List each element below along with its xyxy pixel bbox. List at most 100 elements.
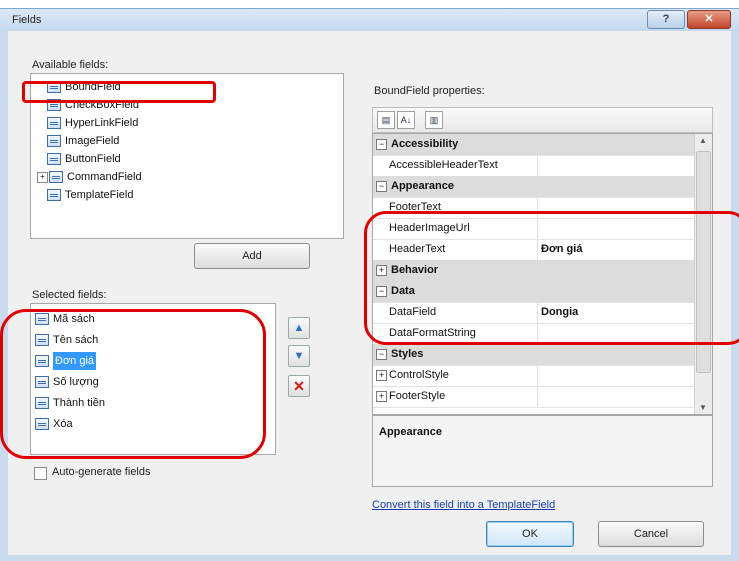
expand-icon[interactable]: + xyxy=(37,171,48,183)
available-field-item[interactable]: ButtonField xyxy=(47,150,121,168)
property-category[interactable]: − Appearance xyxy=(373,176,712,198)
property-description: Appearance xyxy=(372,415,713,487)
expand-icon[interactable]: + xyxy=(376,391,387,402)
move-up-button[interactable]: ▲ xyxy=(288,317,310,339)
field-icon xyxy=(35,397,49,409)
window-title: Fields xyxy=(12,14,42,26)
property-row[interactable]: HeaderText Đơn giá xyxy=(373,239,712,261)
available-fields-label: Available fields: xyxy=(32,59,109,71)
selected-fields-list[interactable]: Mã sách Tên sách Đơn giá Số lượng Thành tiền… xyxy=(30,303,276,455)
convert-template-link[interactable]: Convert this field into a TemplateField xyxy=(372,499,555,511)
property-grid[interactable]: − Accessibility AccessibleHeaderText − Appea… xyxy=(372,133,713,415)
property-row[interactable]: AccessibleHeaderText xyxy=(373,155,712,177)
selected-field-label: Mã sách xyxy=(53,313,95,325)
property-name: Data xyxy=(391,285,415,297)
selected-field-item[interactable]: Tên sách xyxy=(35,331,255,349)
cancel-button[interactable]: Cancel xyxy=(598,521,704,547)
close-button[interactable]: ✕ xyxy=(687,10,731,29)
available-field-label: CheckBoxField xyxy=(65,99,139,111)
selected-field-label: Số lượng xyxy=(53,376,99,388)
field-icon xyxy=(35,334,49,346)
field-icon xyxy=(35,418,49,430)
field-icon xyxy=(47,117,61,129)
available-field-item[interactable]: ImageField xyxy=(47,132,119,150)
field-icon xyxy=(35,313,49,325)
available-field-label: HyperLinkField xyxy=(65,117,139,129)
selected-field-label: Tên sách xyxy=(53,334,99,346)
available-field-label: CommandField xyxy=(67,171,142,183)
property-name: Styles xyxy=(391,348,424,360)
field-icon xyxy=(47,135,61,147)
auto-generate-checkbox[interactable] xyxy=(34,467,47,480)
expand-icon[interactable]: − xyxy=(376,286,387,297)
delete-icon: ✕ xyxy=(293,377,305,394)
field-icon xyxy=(47,81,61,93)
available-field-label: ImageField xyxy=(65,135,120,147)
property-category[interactable]: + Behavior xyxy=(373,260,712,282)
property-row[interactable]: HeaderImageUrl xyxy=(373,218,712,240)
available-fields-tree[interactable]: BoundField CheckBoxField HyperLinkField Ima… xyxy=(30,73,344,239)
available-field-label: ButtonField xyxy=(65,153,121,165)
property-row[interactable]: DataFormatString xyxy=(373,323,712,345)
properties-title: BoundField properties: xyxy=(374,85,485,97)
property-category[interactable]: − Styles xyxy=(373,344,712,366)
available-field-item[interactable]: CheckBoxField xyxy=(47,96,139,114)
property-name: Accessibility xyxy=(391,138,459,150)
property-name: HeaderText xyxy=(389,239,538,260)
field-icon xyxy=(47,189,61,201)
property-name: FooterStyle xyxy=(389,386,538,407)
property-name: Appearance xyxy=(391,180,454,192)
available-field-item[interactable]: HyperLinkField xyxy=(47,114,138,132)
title-bar: Fields ? ✕ xyxy=(0,9,739,31)
add-button[interactable]: Add xyxy=(194,243,310,269)
selected-field-item[interactable]: Số lượng xyxy=(35,373,255,391)
expand-icon[interactable]: − xyxy=(376,139,387,150)
field-icon xyxy=(35,376,49,388)
available-field-item[interactable]: + CommandField xyxy=(37,168,142,186)
expand-icon[interactable]: − xyxy=(376,349,387,360)
expand-icon[interactable]: + xyxy=(376,370,387,381)
field-icon xyxy=(35,355,49,367)
available-field-label: TemplateField xyxy=(65,189,134,201)
ok-button[interactable]: OK xyxy=(486,521,574,547)
expand-icon[interactable]: − xyxy=(376,181,387,192)
property-value[interactable]: Đơn giá xyxy=(541,239,582,260)
available-field-label: BoundField xyxy=(65,81,121,93)
property-name: ControlStyle xyxy=(389,365,538,386)
selected-field-label: Thành tiền xyxy=(53,397,105,409)
field-icon xyxy=(47,99,61,111)
delete-field-button[interactable]: ✕ xyxy=(288,375,310,397)
property-name: DataFormatString xyxy=(389,323,538,344)
property-row[interactable]: FooterText xyxy=(373,197,712,219)
selected-field-item[interactable]: Xóa xyxy=(35,415,255,433)
property-pages-icon[interactable]: ▥ xyxy=(425,111,443,129)
auto-generate-label: Auto-generate fields xyxy=(52,466,151,478)
available-field-item[interactable]: BoundField xyxy=(47,78,121,96)
available-field-item[interactable]: TemplateField xyxy=(47,186,133,204)
help-button[interactable]: ? xyxy=(647,10,685,29)
property-name: FooterText xyxy=(389,197,538,218)
expand-icon[interactable]: + xyxy=(376,265,387,276)
selected-field-label: Xóa xyxy=(53,418,73,430)
properties-toolbar: ▤ A↓ ▥ xyxy=(372,107,713,133)
selected-field-item[interactable]: Đơn giá xyxy=(35,352,255,370)
property-row[interactable]: + ControlStyle xyxy=(373,365,712,387)
fields-dialog: Fields ? ✕ Available fields: BoundField C… xyxy=(0,8,739,561)
property-category[interactable]: − Data xyxy=(373,281,712,303)
property-grid-scrollbar[interactable]: ▲ ▼ xyxy=(694,134,712,414)
property-row[interactable]: + FooterStyle xyxy=(373,386,712,408)
property-row[interactable]: DataField Dongia xyxy=(373,302,712,324)
property-category[interactable]: − Accessibility xyxy=(373,134,712,156)
selected-field-item[interactable]: Thành tiền xyxy=(35,394,255,412)
property-name: AccessibleHeaderText xyxy=(389,155,538,176)
move-down-button[interactable]: ▼ xyxy=(288,345,310,367)
selected-fields-label: Selected fields: xyxy=(32,289,107,301)
description-title: Appearance xyxy=(379,426,442,438)
selected-field-item[interactable]: Mã sách xyxy=(35,310,255,328)
top-strip xyxy=(0,0,739,8)
property-name: Behavior xyxy=(391,264,439,276)
categorized-icon[interactable]: ▤ xyxy=(377,111,395,129)
selected-field-label: Đơn giá xyxy=(53,352,97,370)
property-value[interactable]: Dongia xyxy=(541,302,578,323)
alphabetical-icon[interactable]: A↓ xyxy=(397,111,415,129)
